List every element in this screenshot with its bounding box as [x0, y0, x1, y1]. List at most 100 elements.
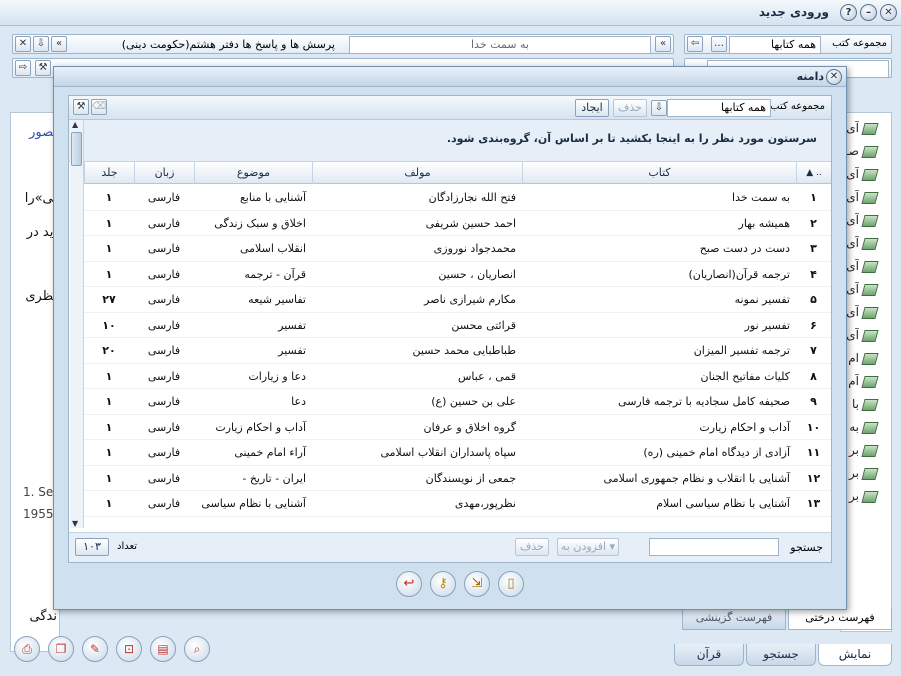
cell-book: آزادی از دیدگاه امام خمینی (ره) [643, 446, 790, 459]
cell-author: محمدجواد نوروزی [433, 242, 516, 255]
key-icon[interactable]: ⚷ [430, 571, 456, 597]
dialog-collection-select[interactable]: همه کتابها [667, 99, 771, 117]
tree-item-label[interactable]: آی [845, 305, 859, 319]
cell-vol: ۱ [105, 267, 113, 281]
tree-item-label[interactable]: آم [845, 374, 859, 388]
cell-vol: ۱ [105, 395, 113, 408]
document-icon[interactable]: ▯ [498, 571, 524, 597]
tree-item-label[interactable]: صـ [845, 144, 859, 158]
scroll-down-icon[interactable]: ▼ [72, 519, 78, 528]
col-author[interactable]: مولف [312, 162, 522, 184]
table-row[interactable]: ۱۳ آشنایی با نظام سیاسی اسلام نظرپور،مهدی آ… [84, 491, 831, 517]
cell-n: ۸ [810, 369, 817, 383]
col-book[interactable]: کتاب [522, 162, 796, 184]
import-icon[interactable]: ⇲ [464, 571, 490, 597]
tab-selective-list[interactable]: فهرست گزینشی [682, 608, 786, 630]
dialog-footer: جستجو افزودن به ▾ حذف تعداد ۱۰۳ [69, 532, 831, 562]
vertical-scrollbar[interactable]: ▲ ▼ [70, 120, 84, 528]
scroll-thumb[interactable] [71, 132, 82, 166]
table-row[interactable]: ۷ ترجمه تفسیر المیزان طباطبایی محمد حسین تف… [84, 338, 831, 364]
tree-item-label[interactable]: بر [845, 466, 859, 480]
close-book-icon[interactable]: ✕ [15, 36, 31, 52]
cell-n: ۵ [810, 293, 817, 306]
footer-delete-button[interactable]: حذف [515, 538, 549, 556]
table-row[interactable]: ۵ تفسیر نمونه مکارم شیرازی ناصر تفاسیر شیعه… [84, 287, 831, 313]
tab-tree-list[interactable]: فهرست درختی [788, 608, 892, 630]
tree-item-label[interactable]: آی [845, 121, 859, 135]
table-row[interactable]: ۲ همیشه بهار احمد حسین شریفی اخلاق و سبک زن… [84, 211, 831, 236]
dialog-close-icon[interactable]: ✕ [826, 69, 842, 85]
back-icon[interactable]: ⇦ [687, 36, 703, 52]
minimize-icon[interactable]: – [860, 4, 877, 21]
edit-icon[interactable]: ✎ [82, 636, 108, 662]
table-row[interactable]: ۶ تفسیر نور قرائتی محسن تفسیر فارسی ۱۰ [84, 313, 831, 338]
window-title: ورودی جدید [758, 5, 829, 19]
print-icon[interactable]: ⎙ [14, 636, 40, 662]
dialog-content: ⚒ ⌫ مجموعه کتب همه کتابها ⇩ حذف ایجاد سر… [68, 95, 832, 563]
table-row[interactable]: ۳ دست در دست صبح محمدجواد نوروزی انقلاب اسل… [84, 236, 831, 262]
undo-icon[interactable]: ↩ [396, 571, 422, 597]
tab-quran[interactable]: قرآن [674, 644, 744, 666]
cell-subject: تفاسیر شیعه [248, 293, 306, 306]
collection-select[interactable]: همه کتابها [729, 36, 821, 54]
layout-icon[interactable]: ▤ [150, 636, 176, 662]
tab-search[interactable]: جستجو [746, 644, 816, 666]
col-volume[interactable]: جلد [84, 162, 134, 184]
tree-item-label[interactable]: بر [845, 443, 859, 457]
download-icon[interactable]: ⇩ [33, 36, 49, 52]
tree-item-label[interactable]: آی [845, 236, 859, 250]
cell-author: گروه اخلاق و عرفان [423, 420, 516, 434]
tree-item-label[interactable]: به [845, 420, 859, 434]
col-language[interactable]: زبان [134, 162, 194, 184]
book-icon [861, 215, 879, 227]
bookmark-icon[interactable]: ⊡ [116, 636, 142, 662]
scroll-left-icon[interactable]: « [51, 36, 67, 52]
dialog-search-input[interactable] [649, 538, 779, 556]
clear-icon[interactable]: ⌫ [91, 99, 107, 115]
tab-display[interactable]: نمایش [818, 644, 892, 666]
author-field[interactable]: به سمت خدا [349, 36, 651, 54]
cell-lang: فارسی [147, 344, 181, 357]
more-icon[interactable]: … [711, 36, 727, 52]
chevron-down-icon: ▾ [609, 540, 616, 553]
book-open-icon[interactable]: ❐ [48, 636, 74, 662]
sort-icon[interactable]: ▲ .. [796, 162, 831, 184]
tree-item-label[interactable]: آی [845, 328, 859, 342]
cell-lang: فارسی [147, 497, 181, 510]
add-to-button[interactable]: افزودن به ▾ [557, 538, 619, 556]
cell-subject: قرآن - ترجمه [244, 267, 306, 281]
tools-icon[interactable]: ⚒ [73, 99, 89, 115]
tree-item-label[interactable]: بر [845, 489, 859, 503]
table-row[interactable]: ۱۲ آشنایی با انقلاب و نظام جمهوری اسلامی ج… [84, 466, 831, 491]
tree-item-label[interactable]: آی [845, 190, 859, 204]
dialog-title: دامنه [796, 70, 824, 83]
group-by-area[interactable]: سرستون مورد نظر را به اینجا بکشید تا بر … [69, 120, 831, 162]
table-row[interactable]: ۱۰ آداب و احکام زیارت گروه اخلاق و عرفان آد… [84, 415, 831, 440]
create-button[interactable]: ایجاد [575, 99, 609, 117]
tree-item-label[interactable]: آی [845, 282, 859, 296]
scroll-up-icon[interactable]: ▲ [72, 120, 78, 129]
dropdown-icon[interactable]: ⇩ [651, 100, 667, 116]
cell-author: نظرپور،مهدی [454, 497, 516, 510]
tree-item-label[interactable]: ام [845, 351, 859, 365]
col-subject[interactable]: موضوع [194, 162, 312, 184]
cell-n: ۲ [810, 216, 817, 230]
tree-item-label[interactable]: آی [845, 213, 859, 227]
tree-item-label[interactable]: با [845, 397, 859, 411]
table-row[interactable]: ۴ ترجمه قرآن(انصاریان) انصاریان ، حسین قرآن… [84, 262, 831, 287]
tools-icon[interactable]: ⚒ [35, 60, 51, 76]
dialog-delete-button[interactable]: حذف [613, 99, 647, 117]
table-row[interactable]: ۱ به سمت خدا فتح الله نجارزادگان آشنایی با … [84, 185, 831, 211]
book-icon [861, 353, 879, 365]
table-row[interactable]: ۱۱ آزادی از دیدگاه امام خمینی (ره) سپاه پا… [84, 440, 831, 466]
close-icon[interactable]: ✕ [880, 4, 897, 21]
zoom-icon[interactable]: ⌕ [184, 636, 210, 662]
tree-item-label[interactable]: آی [845, 167, 859, 181]
table-row[interactable]: ۸ کلیات مفاتیح الجنان قمی ، عباس دعا و زیار… [84, 364, 831, 389]
tree-item-label[interactable]: آی [845, 259, 859, 273]
forward-icon[interactable]: ⇨ [15, 60, 31, 76]
scroll-right-icon[interactable]: « [655, 36, 671, 52]
book-icon [861, 261, 879, 273]
table-row[interactable]: ۹ صحیفه کامل سجادیه با ترجمه فارسی علی بن … [84, 389, 831, 415]
help-icon[interactable]: ? [840, 4, 857, 21]
